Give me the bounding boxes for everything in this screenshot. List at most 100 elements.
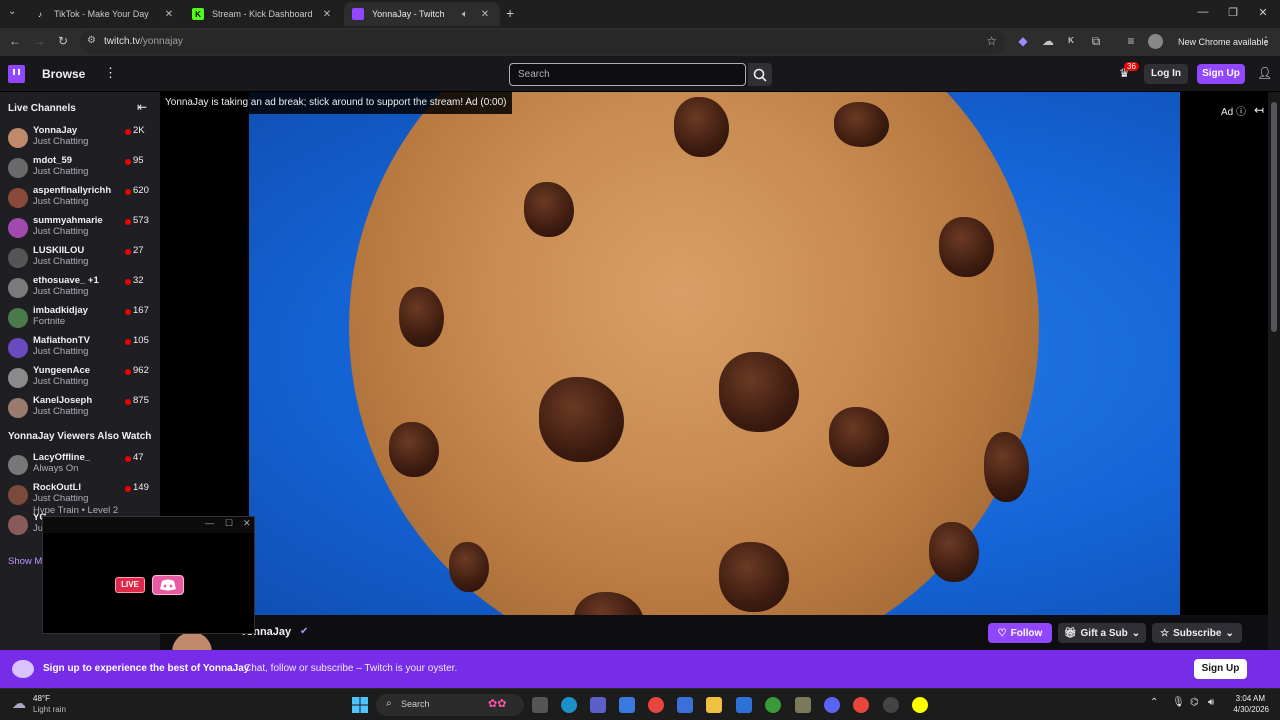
close-window-icon[interactable]: ✕ [1248,6,1278,19]
sidebar-channel[interactable]: imbadkidjay Fortnite 167 [0,304,160,334]
task-view-icon[interactable] [532,697,548,713]
close-tab-icon[interactable]: ✕ [320,9,334,20]
search-button[interactable] [748,63,772,86]
banner-sign-up-button[interactable]: Sign Up [1194,659,1247,679]
sidebar-channel[interactable]: RockOutLl Just Chatting 149 Hype Train • Le… [0,481,160,516]
discord-taskbar-icon[interactable] [824,697,840,713]
minimize-icon[interactable]: — [205,518,214,528]
sidebar-channel[interactable]: ethosuave_ +1 Just Chatting 32 [0,274,160,304]
page-scrollbar[interactable] [1268,92,1280,650]
copilot-icon[interactable] [619,697,635,713]
ad-label: Ad ⓘ [1221,103,1246,118]
user-menu-icon[interactable]: 👤︎ [1257,66,1272,80]
minimize-icon[interactable]: — [1188,6,1218,18]
new-tab-plus-icon[interactable]: + [506,5,514,21]
live-dot-icon [125,399,131,405]
log-in-button[interactable]: Log In [1144,64,1188,84]
sidebar-channel[interactable]: LUSKIILOU Just Chatting 27 [0,244,160,274]
extension-kick-icon[interactable]: K [1063,36,1079,45]
gift-sub-button[interactable]: 🎁︎ Gift a Sub ⌄ [1058,623,1146,643]
expand-chat-icon[interactable]: ↤ [1254,103,1264,117]
taskbar-search-box[interactable]: ⌕ Search ✿✿ [376,694,524,716]
site-info-icon[interactable]: ⚙ [87,35,96,46]
sidebar-channel[interactable]: MafiathonTV Just Chatting 105 [0,334,160,364]
extension-cloud-icon[interactable]: ☁ [1040,34,1056,48]
sidebar-channel[interactable]: mdot_59 Just Chatting 95 [0,154,160,184]
extensions-puzzle-icon[interactable]: ⧉ [1088,34,1104,49]
microphone-icon[interactable]: 🎙︎ [1172,697,1185,708]
maximize-icon[interactable]: ☐ [225,518,233,529]
reload-icon[interactable]: ↻ [55,34,71,48]
sidebar-channel[interactable]: YungeenAce Just Chatting 962 [0,364,160,394]
search-input[interactable]: Search [509,63,746,86]
extension-icon[interactable]: ◆ [1015,34,1031,48]
channel-category: Just Chatting [33,406,89,417]
close-tab-icon[interactable]: ✕ [162,9,176,20]
close-tab-icon[interactable]: ✕ [478,9,492,20]
tab-search-chevron-icon[interactable]: ⌄ [8,6,16,17]
more-options-icon[interactable]: ⋮ [104,65,117,81]
scrollbar-thumb[interactable] [1271,102,1277,332]
live-dot-icon [125,369,131,375]
file-explorer-icon[interactable] [706,697,722,713]
windows-start-icon[interactable] [352,697,368,713]
clock-time[interactable]: 3:04 AM [1225,694,1265,703]
obs-icon[interactable] [883,697,899,713]
viewer-count: 620 [133,185,149,196]
viewer-count: 875 [133,395,149,406]
sidebar-channel[interactable]: summyahmarie Just Chatting 573 [0,214,160,244]
tab-tiktok[interactable]: ♪ TikTok - Make Your Day ✕ [26,2,184,26]
network-icon[interactable]: ⌬ [1190,697,1199,708]
bookmark-star-icon[interactable]: ☆ [986,34,997,48]
weather-icon[interactable]: ☁ [12,695,26,712]
profile-avatar[interactable] [1148,34,1163,49]
chrome-icon[interactable] [648,697,664,713]
sidebar-channel[interactable]: KaneIJoseph Just Chatting 875 [0,394,160,424]
edge-icon[interactable] [561,697,577,713]
volume-icon[interactable]: 🔊︎ [1208,697,1214,708]
forward-arrow-icon[interactable]: → [31,34,47,48]
tiktok-icon: ♪ [38,9,42,19]
weather-desc: Light rain [33,705,66,714]
subscribe-button[interactable]: ☆ Subscribe ⌄ [1152,623,1242,643]
ad-info-icon[interactable]: ⓘ [1236,107,1246,118]
show-more-link[interactable]: Show M [8,556,42,567]
tab-twitch[interactable]: YonnaJay - Twitch 🔈︎ ✕ [344,2,500,26]
chrome-active-icon[interactable] [853,697,869,713]
sidebar-channel[interactable]: aspenfinallyrichh Just Chatting 620 [0,184,160,214]
new-chrome-available-button[interactable]: New Chrome available [1178,37,1269,47]
xbox-icon[interactable] [765,697,781,713]
address-bar[interactable]: ⚙ twitch.tv/yonnajay ☆ [80,30,1005,54]
verified-badge-icon: ✔ [300,626,309,637]
follow-button[interactable]: ♡ Follow [988,623,1052,643]
chrome-menu-icon[interactable]: ⋮ [1258,34,1274,48]
live-dot-icon [125,189,131,195]
back-arrow-icon[interactable]: ← [7,34,23,48]
teams-icon[interactable] [590,697,606,713]
restore-icon[interactable]: ❐ [1218,6,1248,19]
snapchat-icon[interactable] [912,697,928,713]
sidebar-channel[interactable]: YonnaJay Just Chatting 2K [0,124,160,154]
twitch-logo-icon[interactable] [8,65,25,83]
floating-overlay-window[interactable]: — ☐ ✕ LIVE [42,516,255,634]
app-picture-icon[interactable] [795,697,811,713]
store-icon[interactable] [677,697,693,713]
collapse-sidebar-icon[interactable]: ⇤ [137,100,147,114]
close-icon[interactable]: ✕ [243,518,251,529]
browse-link[interactable]: Browse [42,67,85,81]
channel-category: Just Chatting [33,286,89,297]
video-player[interactable]: YonnaJay is taking an ad break; stick ar… [160,92,1268,615]
viewer-count: 2K [133,125,145,136]
app-c-icon[interactable] [736,697,752,713]
live-dot-icon [125,159,131,165]
sidebar-channel[interactable]: LacyOffline_ Always On 47 [0,451,160,481]
tray-chevron-icon[interactable]: ⌃ [1150,697,1158,708]
live-badge: LIVE [115,577,145,593]
speaker-icon[interactable]: 🔈︎ [458,9,472,20]
overlay-titlebar[interactable]: — ☐ ✕ [43,517,254,533]
tab-kick[interactable]: K Stream - Kick Dashboard ✕ [184,2,342,26]
taskbar-search-label: Search [401,699,430,709]
media-controls-icon[interactable]: ≡ [1123,34,1139,48]
clock-date[interactable]: 4/30/2026 [1225,705,1269,714]
sign-up-button[interactable]: Sign Up [1197,64,1245,84]
